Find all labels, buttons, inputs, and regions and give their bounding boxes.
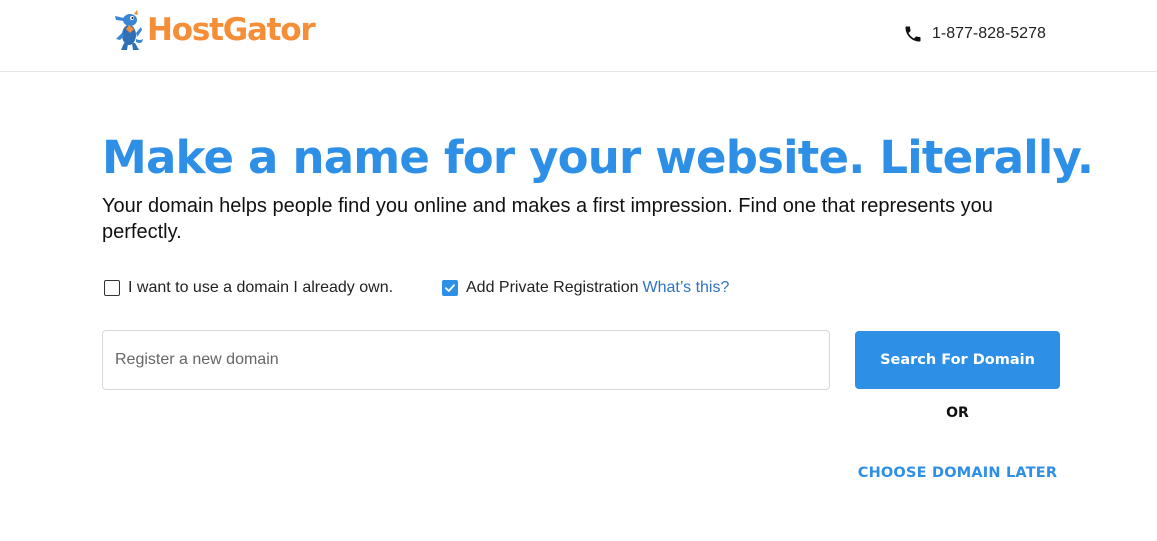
- page-headline: Make a name for your website. Literally.: [102, 131, 1094, 184]
- phone-icon: [905, 26, 921, 42]
- domain-search-input[interactable]: [102, 330, 830, 390]
- own-domain-option: I want to use a domain I already own.: [104, 277, 393, 299]
- choose-domain-later-link[interactable]: CHOOSE DOMAIN LATER: [855, 465, 1060, 481]
- check-icon: [445, 284, 455, 292]
- site-header: HostGator 1-877-828-5278: [0, 0, 1157, 72]
- phone-link[interactable]: 1-877-828-5278: [903, 22, 1046, 46]
- page-subheading: Your domain helps people find you online…: [102, 195, 993, 243]
- private-registration-checkbox[interactable]: [442, 280, 458, 296]
- private-registration-label[interactable]: Add Private Registration: [466, 279, 639, 297]
- or-divider: OR: [946, 405, 969, 421]
- hostgator-logo[interactable]: HostGator: [112, 8, 316, 52]
- private-registration-option: Add Private Registration What’s this?: [442, 277, 729, 299]
- search-domain-button[interactable]: Search For Domain: [855, 331, 1060, 389]
- logo-text: HostGator: [147, 12, 316, 48]
- gator-mascot-icon: [115, 10, 143, 50]
- own-domain-label[interactable]: I want to use a domain I already own.: [128, 279, 393, 297]
- phone-number: 1-877-828-5278: [932, 25, 1046, 42]
- own-domain-checkbox[interactable]: [104, 280, 120, 296]
- whats-this-link[interactable]: What’s this?: [643, 279, 730, 297]
